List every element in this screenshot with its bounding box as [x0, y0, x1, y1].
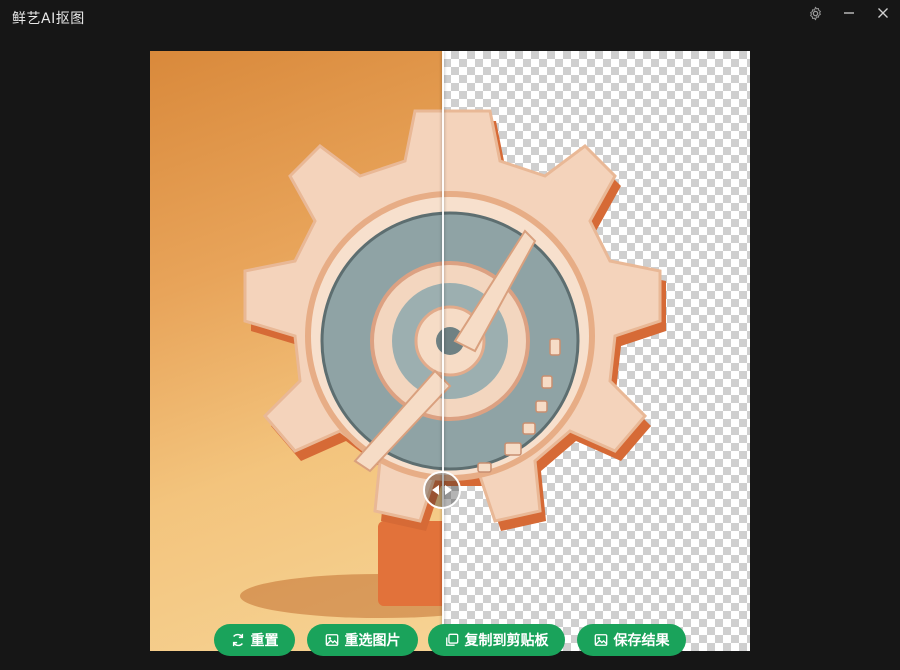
split-handle[interactable] [423, 471, 461, 509]
refresh-icon [231, 633, 245, 647]
gear-gauge-image-cutout [443, 109, 666, 531]
split-divider[interactable] [442, 51, 444, 651]
reset-label: 重置 [250, 633, 279, 649]
save-image-icon [594, 633, 608, 647]
copy-icon [445, 633, 459, 647]
close-button[interactable] [872, 4, 894, 22]
title-bar[interactable]: 鲜艺AI抠图 [0, 0, 900, 36]
original-image-pane [150, 51, 443, 651]
settings-button[interactable] [804, 4, 826, 22]
cutout-image-pane [443, 51, 750, 651]
minimize-button[interactable] [838, 4, 860, 22]
left-right-arrows-icon [431, 481, 453, 500]
app-title: 鲜艺AI抠图 [12, 11, 85, 27]
comparison-view[interactable] [150, 51, 750, 651]
reselect-image-label: 重选图片 [344, 633, 401, 649]
copy-to-clipboard-label: 复制到剪贴板 [464, 633, 549, 649]
gear-icon [808, 6, 823, 21]
reset-button[interactable]: 重置 [214, 624, 295, 656]
minimize-icon [843, 7, 855, 19]
app-window: 鲜艺AI抠图 重置 重选图片 复制到剪贴板 保存结果 [0, 0, 900, 670]
image-icon [325, 633, 339, 647]
save-result-label: 保存结果 [613, 633, 670, 649]
gear-gauge-image-original [240, 109, 443, 618]
action-toolbar: 重置 重选图片 复制到剪贴板 保存结果 [0, 624, 900, 656]
close-icon [877, 7, 889, 19]
reselect-image-button[interactable]: 重选图片 [307, 624, 418, 656]
copy-to-clipboard-button[interactable]: 复制到剪贴板 [428, 624, 565, 656]
save-result-button[interactable]: 保存结果 [577, 624, 686, 656]
